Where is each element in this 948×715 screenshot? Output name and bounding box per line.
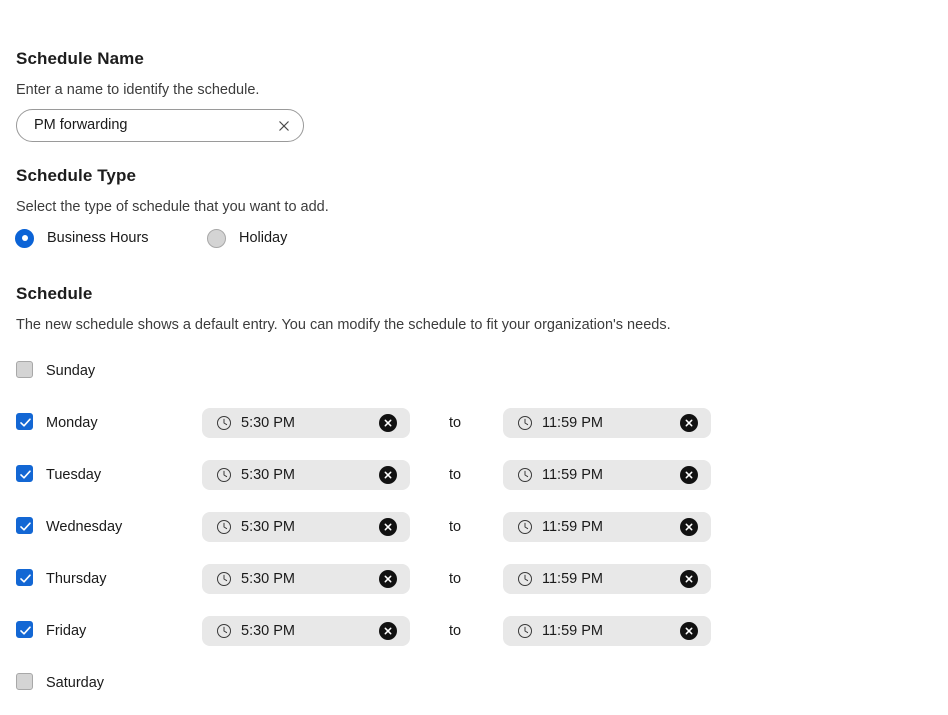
schedule-row-sunday: Sunday: [0, 354, 948, 388]
time-field-end[interactable]: 11:59 PM: [503, 460, 711, 490]
schedule-name-description: Enter a name to identify the schedule.: [16, 82, 260, 98]
close-circle-icon[interactable]: [680, 570, 698, 588]
schedule-name-heading: Schedule Name: [16, 49, 144, 68]
day-checkbox-wednesday[interactable]: [16, 517, 33, 534]
day-checkbox-thursday[interactable]: [16, 569, 33, 586]
day-label: Saturday: [46, 675, 105, 691]
clock-icon: [517, 519, 533, 535]
time-field-start[interactable]: 5:30 PM: [202, 512, 410, 542]
close-circle-icon[interactable]: [379, 518, 397, 536]
time-value-end: 11:59 PM: [542, 519, 603, 535]
close-circle-icon[interactable]: [379, 622, 397, 640]
clock-icon: [216, 519, 232, 535]
schedule-row-saturday: Saturday: [0, 666, 948, 700]
clock-icon: [216, 467, 232, 483]
day-checkbox-tuesday[interactable]: [16, 465, 33, 482]
time-value-start: 5:30 PM: [241, 415, 295, 431]
day-label: Monday: [46, 415, 98, 431]
close-circle-icon[interactable]: [680, 466, 698, 484]
close-circle-icon[interactable]: [379, 570, 397, 588]
clock-icon: [216, 415, 232, 431]
radio-indicator-unselected: [207, 228, 226, 248]
day-label: Sunday: [46, 363, 96, 379]
schedule-name-input[interactable]: PM forwarding: [16, 109, 304, 142]
clock-icon: [216, 623, 232, 639]
radio-option-business-hours[interactable]: Business Hours: [15, 227, 149, 249]
time-field-end[interactable]: 11:59 PM: [503, 616, 711, 646]
day-label: Wednesday: [46, 519, 123, 535]
schedule-row-monday: Monday 5:30 PM to 11:59 PM: [0, 406, 948, 440]
time-value-end: 11:59 PM: [542, 623, 603, 639]
day-label: Thursday: [46, 571, 107, 587]
to-label: to: [449, 571, 462, 587]
radio-indicator-selected: [15, 228, 34, 248]
schedule-type-radio-group: Business Hours Holiday: [0, 227, 948, 249]
day-label: Tuesday: [46, 467, 102, 483]
clock-icon: [517, 571, 533, 587]
to-label: to: [449, 467, 462, 483]
time-field-start[interactable]: 5:30 PM: [202, 408, 410, 438]
radio-option-holiday[interactable]: Holiday: [207, 227, 287, 249]
time-field-end[interactable]: 11:59 PM: [503, 408, 711, 438]
day-checkbox-sunday[interactable]: [16, 361, 33, 378]
close-icon[interactable]: [275, 117, 293, 135]
time-value-start: 5:30 PM: [241, 519, 295, 535]
radio-label-business-hours: Business Hours: [47, 230, 149, 246]
close-circle-icon[interactable]: [379, 466, 397, 484]
schedule-name-value: PM forwarding: [34, 117, 128, 133]
schedule-settings-page: Schedule Name Enter a name to identify t…: [0, 0, 948, 715]
schedule-type-description: Select the type of schedule that you wan…: [16, 199, 329, 215]
time-value-start: 5:30 PM: [241, 467, 295, 483]
day-label: Friday: [46, 623, 87, 639]
to-label: to: [449, 519, 462, 535]
close-circle-icon[interactable]: [680, 622, 698, 640]
schedule-row-friday: Friday 5:30 PM to 11:59 PM: [0, 614, 948, 648]
time-value-start: 5:30 PM: [241, 623, 295, 639]
schedule-heading: Schedule: [16, 284, 93, 303]
time-value-end: 11:59 PM: [542, 415, 603, 431]
schedule-type-heading: Schedule Type: [16, 166, 137, 185]
close-circle-icon[interactable]: [680, 414, 698, 432]
close-circle-icon[interactable]: [379, 414, 397, 432]
schedule-row-tuesday: Tuesday 5:30 PM to 11:59 PM: [0, 458, 948, 492]
time-value-start: 5:30 PM: [241, 571, 295, 587]
clock-icon: [517, 623, 533, 639]
time-value-end: 11:59 PM: [542, 467, 603, 483]
time-field-start[interactable]: 5:30 PM: [202, 564, 410, 594]
schedule-row-wednesday: Wednesday 5:30 PM to 11:59 PM: [0, 510, 948, 544]
day-checkbox-friday[interactable]: [16, 621, 33, 638]
clock-icon: [517, 415, 533, 431]
clock-icon: [517, 467, 533, 483]
radio-label-holiday: Holiday: [239, 230, 288, 246]
time-value-end: 11:59 PM: [542, 571, 603, 587]
time-field-start[interactable]: 5:30 PM: [202, 460, 410, 490]
day-checkbox-monday[interactable]: [16, 413, 33, 430]
schedule-description: The new schedule shows a default entry. …: [16, 317, 671, 333]
time-field-end[interactable]: 11:59 PM: [503, 564, 711, 594]
clock-icon: [216, 571, 232, 587]
close-circle-icon[interactable]: [680, 518, 698, 536]
to-label: to: [449, 415, 462, 431]
schedule-row-thursday: Thursday 5:30 PM to 11:59 PM: [0, 562, 948, 596]
time-field-end[interactable]: 11:59 PM: [503, 512, 711, 542]
day-checkbox-saturday[interactable]: [16, 673, 33, 690]
to-label: to: [449, 623, 462, 639]
time-field-start[interactable]: 5:30 PM: [202, 616, 410, 646]
